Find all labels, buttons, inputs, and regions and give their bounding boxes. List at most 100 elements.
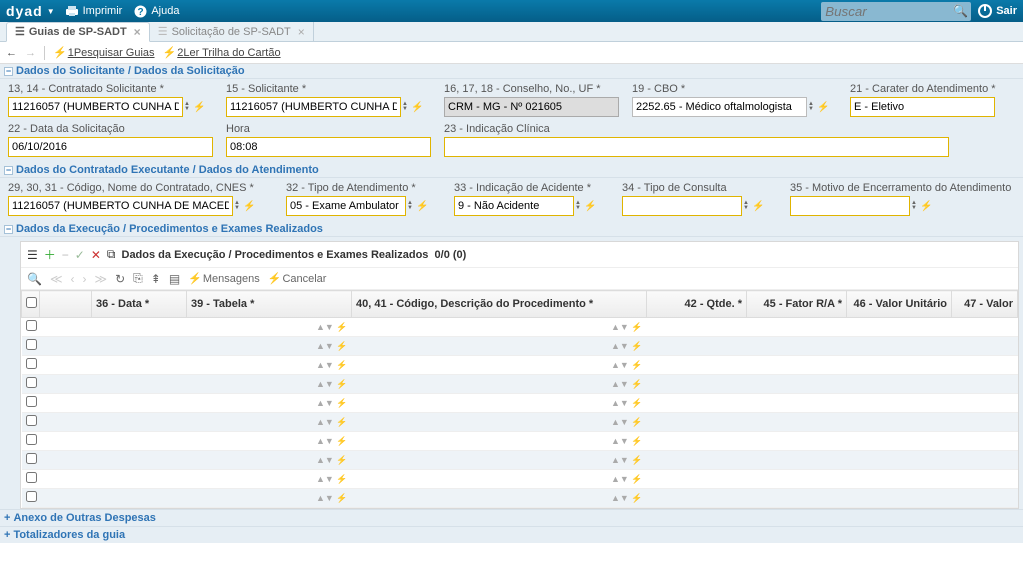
field-indicacao-acidente[interactable] <box>454 196 574 216</box>
field-solicitante[interactable] <box>226 97 401 117</box>
exit-button[interactable]: Sair <box>978 4 1017 18</box>
action-icon[interactable]: ⚡ <box>336 455 347 465</box>
expand-icon[interactable]: + <box>4 512 10 524</box>
row-checkbox[interactable] <box>26 377 37 388</box>
col-valor-unit[interactable]: 46 - Valor Unitário <box>847 291 952 318</box>
row-checkbox[interactable] <box>26 415 37 426</box>
row-checkbox[interactable] <box>26 358 37 369</box>
action-icon[interactable]: ⚡ <box>416 201 428 212</box>
action-icon[interactable]: ⚡ <box>193 102 205 113</box>
table-row[interactable]: ▲▼ ⚡▲▼ ⚡ <box>22 489 1018 508</box>
action-icon[interactable]: ⚡ <box>336 322 347 332</box>
spinner-icon[interactable]: ▲▼ <box>611 322 629 332</box>
collapse-icon[interactable]: − <box>4 166 13 175</box>
tab-solicitacao[interactable]: ☰ Solicitação de SP-SADT × <box>150 22 314 42</box>
expand-icon[interactable]: + <box>4 529 10 541</box>
search-icon[interactable]: 🔍 <box>27 272 42 286</box>
row-checkbox[interactable] <box>26 472 37 483</box>
collapse-icon[interactable]: − <box>4 225 13 234</box>
action-icon[interactable]: ⚡ <box>243 201 255 212</box>
action-icon[interactable]: ⚡ <box>631 455 642 465</box>
spinner-icon[interactable]: ▲▼ <box>808 102 814 112</box>
field-cbo[interactable] <box>632 97 807 117</box>
action-icon[interactable]: ⚡ <box>336 493 347 503</box>
table-row[interactable]: ▲▼ ⚡▲▼ ⚡ <box>22 375 1018 394</box>
action-icon[interactable]: ⚡ <box>411 102 423 113</box>
action-icon[interactable]: ⚡ <box>631 436 642 446</box>
spinner-icon[interactable]: ▲▼ <box>316 398 334 408</box>
action-icon[interactable]: ⚡ <box>336 341 347 351</box>
spinner-icon[interactable]: ▲▼ <box>911 201 917 211</box>
spinner-icon[interactable]: ▲▼ <box>611 455 629 465</box>
action-icon[interactable]: ⚡ <box>631 398 642 408</box>
tree-icon[interactable]: ⇞ <box>151 272 161 286</box>
columns-icon[interactable]: ▤ <box>169 272 180 286</box>
minus-icon[interactable]: − <box>62 248 69 262</box>
field-carater[interactable] <box>850 97 995 117</box>
list-icon[interactable]: ☰ <box>27 248 38 262</box>
table-row[interactable]: ▲▼ ⚡▲▼ ⚡ <box>22 432 1018 451</box>
search-input[interactable] <box>821 2 971 21</box>
field-indicacao-clinica[interactable] <box>444 137 949 157</box>
field-contratado-solicitante[interactable] <box>8 97 183 117</box>
spinner-icon[interactable]: ▲▼ <box>743 201 749 211</box>
col-fator[interactable]: 45 - Fator R/A * <box>747 291 847 318</box>
help-button[interactable]: ? Ajuda <box>134 5 179 18</box>
spinner-icon[interactable]: ▲▼ <box>316 322 334 332</box>
ler-trilha-button[interactable]: ⚡2Ler Trilha do Cartão <box>163 46 281 59</box>
add-icon[interactable]: ＋ <box>44 246 56 263</box>
action-icon[interactable]: ⚡ <box>631 417 642 427</box>
refresh-icon[interactable]: ↻ <box>115 272 125 286</box>
first-icon[interactable]: ≪ <box>50 272 63 286</box>
spinner-icon[interactable]: ▲▼ <box>611 417 629 427</box>
action-icon[interactable]: ⚡ <box>336 379 347 389</box>
section-totalizadores[interactable]: + Totalizadores da guia <box>0 526 1023 543</box>
logo-dropdown-icon[interactable]: ▼ <box>47 7 55 16</box>
action-icon[interactable]: ⚡ <box>584 201 596 212</box>
table-row[interactable]: ▲▼ ⚡▲▼ ⚡ <box>22 394 1018 413</box>
spinner-icon[interactable]: ▲▼ <box>611 379 629 389</box>
table-row[interactable]: ▲▼ ⚡▲▼ ⚡ <box>22 337 1018 356</box>
select-all-checkbox[interactable] <box>26 297 37 308</box>
spinner-icon[interactable]: ▲▼ <box>316 417 334 427</box>
row-checkbox[interactable] <box>26 453 37 464</box>
action-icon[interactable]: ⚡ <box>631 341 642 351</box>
spinner-icon[interactable]: ▲▼ <box>407 201 413 211</box>
close-icon[interactable]: × <box>298 25 305 39</box>
action-icon[interactable]: ⚡ <box>631 322 642 332</box>
export-icon[interactable]: ⎘ <box>133 271 143 286</box>
col-tabela[interactable]: 39 - Tabela * <box>187 291 352 318</box>
field-hora[interactable] <box>226 137 431 157</box>
search-icon[interactable]: 🔍 <box>953 4 968 18</box>
table-row[interactable]: ▲▼ ⚡▲▼ ⚡ <box>22 318 1018 337</box>
spinner-icon[interactable]: ▲▼ <box>611 341 629 351</box>
table-row[interactable]: ▲▼ ⚡▲▼ ⚡ <box>22 356 1018 375</box>
action-icon[interactable]: ⚡ <box>631 493 642 503</box>
copy-icon[interactable]: ⧉ <box>107 247 116 262</box>
spinner-icon[interactable]: ▲▼ <box>184 102 190 112</box>
action-icon[interactable]: ⚡ <box>631 474 642 484</box>
spinner-icon[interactable]: ▲▼ <box>611 398 629 408</box>
next-icon[interactable]: › <box>83 272 87 286</box>
prev-icon[interactable]: ‹ <box>71 272 75 286</box>
delete-icon[interactable]: ✕ <box>91 248 101 262</box>
section-anexo[interactable]: + Anexo de Outras Despesas <box>0 509 1023 526</box>
action-icon[interactable]: ⚡ <box>631 360 642 370</box>
col-valor[interactable]: 47 - Valor <box>952 291 1018 318</box>
check-icon[interactable]: ✓ <box>75 248 85 262</box>
back-button[interactable]: ← <box>6 47 17 59</box>
last-icon[interactable]: ≫ <box>95 272 108 286</box>
spinner-icon[interactable]: ▲▼ <box>611 360 629 370</box>
tab-guias[interactable]: ☰ Guias de SP-SADT × <box>6 22 150 42</box>
row-checkbox[interactable] <box>26 434 37 445</box>
field-tipo-consulta[interactable] <box>622 196 742 216</box>
close-icon[interactable]: × <box>134 25 141 39</box>
field-motivo-encerramento[interactable] <box>790 196 910 216</box>
spinner-icon[interactable]: ▲▼ <box>316 474 334 484</box>
spinner-icon[interactable]: ▲▼ <box>611 474 629 484</box>
row-checkbox[interactable] <box>26 320 37 331</box>
action-icon[interactable]: ⚡ <box>336 474 347 484</box>
spinner-icon[interactable]: ▲▼ <box>234 201 240 211</box>
field-contratado-executante[interactable] <box>8 196 233 216</box>
spinner-icon[interactable]: ▲▼ <box>316 455 334 465</box>
